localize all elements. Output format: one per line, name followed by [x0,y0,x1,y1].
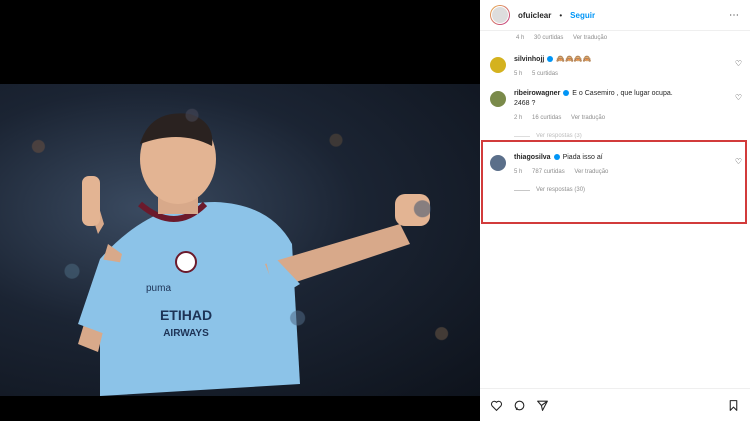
post-media: ETIHAD AIRWAYS puma [0,0,480,421]
share-icon[interactable] [536,399,549,412]
author-avatar[interactable] [490,5,510,25]
action-bar [480,388,750,421]
verified-icon [547,56,554,63]
heart-icon[interactable]: ♡ [735,59,742,68]
comment-time: 5 h [514,71,523,77]
comment-text: E o Casemiro , que lugar ocupa. [572,90,673,97]
commenter-username[interactable]: ribeirowagner [514,90,560,97]
commenter-username[interactable]: silvinhojj [514,56,544,63]
highlight-box [481,140,747,224]
follow-button[interactable]: Seguir [570,11,595,20]
caption-translate[interactable]: Ver tradução [573,35,607,41]
comment-likes[interactable]: 16 curtidas [532,115,561,121]
comment-text-line2: 2468 ? [514,100,536,107]
comment-item: silvinhojj 🙈🙈🙈🙈 5 h 5 curtidas ♡ [480,55,750,79]
comment-time: 2 h [514,115,523,121]
comment-text: 🙈🙈🙈🙈 [556,56,592,63]
post-photo[interactable]: ETIHAD AIRWAYS puma [0,84,480,396]
crowd-background [0,84,480,396]
bookmark-icon[interactable] [727,399,740,412]
more-icon[interactable]: ⋯ [729,10,740,21]
comment-likes[interactable]: 5 curtidas [532,71,558,77]
author-username[interactable]: ofuiclear [518,11,551,20]
heart-icon[interactable]: ♡ [735,93,742,102]
caption-likes[interactable]: 30 curtidas [534,35,563,41]
comment-item: ribeirowagner E o Casemiro , que lugar oc… [480,89,750,141]
verified-icon [563,90,570,97]
comment-icon[interactable] [513,399,526,412]
heart-icon[interactable] [490,399,503,412]
caption-time: 4 h [516,35,525,41]
commenter-avatar[interactable] [490,57,506,73]
post-header: ofuiclear • Seguir ⋯ [480,0,750,31]
comment-translate[interactable]: Ver tradução [571,115,605,121]
commenter-avatar[interactable] [490,91,506,107]
caption-meta: 4 h 30 curtidas Ver tradução [480,31,750,41]
